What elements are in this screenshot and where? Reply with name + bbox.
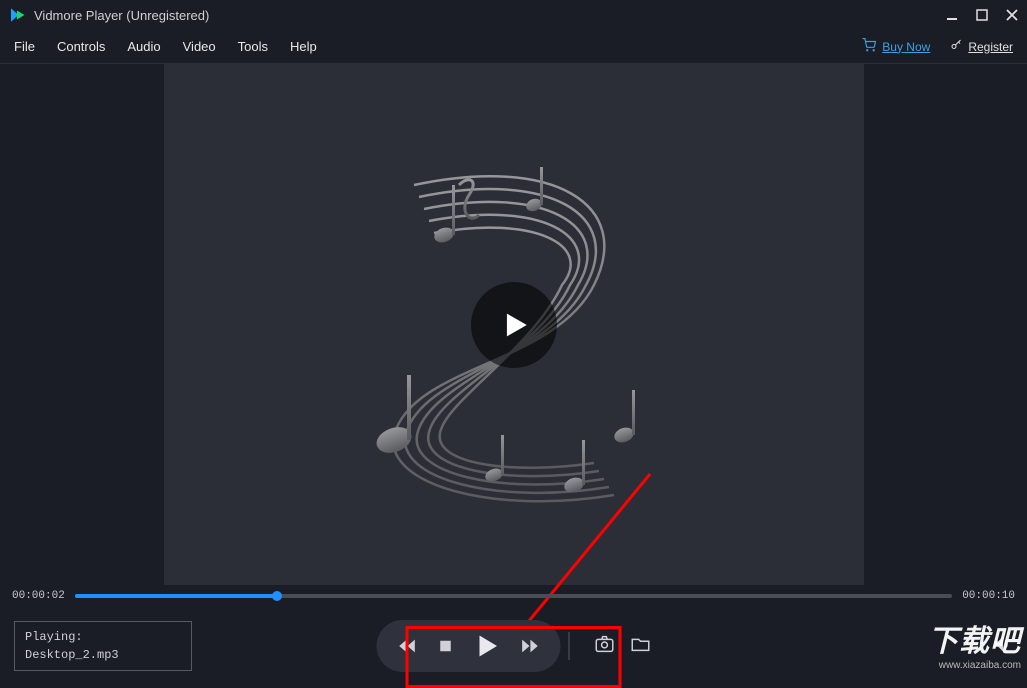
menu-video[interactable]: Video xyxy=(183,39,216,54)
progress-thumb[interactable] xyxy=(272,591,282,601)
now-playing-label: Playing: xyxy=(25,628,181,646)
rewind-button[interactable] xyxy=(396,635,418,657)
window-controls xyxy=(945,8,1019,22)
menu-help[interactable]: Help xyxy=(290,39,317,54)
camera-icon xyxy=(593,633,615,655)
divider xyxy=(568,632,569,660)
progress-bar-row: 00:00:02 00:00:10 xyxy=(0,585,1027,607)
menu-controls[interactable]: Controls xyxy=(57,39,105,54)
capture-icons xyxy=(593,633,651,660)
now-playing-box: Playing: Desktop_2.mp3 xyxy=(14,621,192,671)
snapshot-button[interactable] xyxy=(593,633,615,660)
minimize-button[interactable] xyxy=(945,8,959,22)
stop-button[interactable] xyxy=(436,637,454,655)
stop-icon xyxy=(436,637,454,655)
menubar: File Controls Audio Video Tools Help Buy… xyxy=(0,30,1027,64)
right-controls xyxy=(991,633,1013,660)
menu-left: File Controls Audio Video Tools Help xyxy=(14,39,317,54)
app-logo-icon xyxy=(8,6,26,24)
register-label: Register xyxy=(968,40,1013,54)
progress-fill xyxy=(75,594,277,598)
time-total: 00:00:10 xyxy=(962,590,1015,602)
menu-audio[interactable]: Audio xyxy=(127,39,160,54)
app-title: Vidmore Player (Unregistered) xyxy=(34,8,209,23)
menu-file[interactable]: File xyxy=(14,39,35,54)
video-area[interactable] xyxy=(0,64,1027,585)
titlebar-left: Vidmore Player (Unregistered) xyxy=(8,6,209,24)
bottom-controls: Playing: Desktop_2.mp3 xyxy=(0,607,1027,685)
cart-icon xyxy=(862,38,876,55)
menu-right: Buy Now Register xyxy=(862,38,1013,55)
play-button[interactable] xyxy=(472,632,500,660)
maximize-button[interactable] xyxy=(975,8,989,22)
menu-tools[interactable]: Tools xyxy=(238,39,268,54)
open-folder-button[interactable] xyxy=(629,633,651,660)
key-icon xyxy=(950,39,962,54)
buy-now-link[interactable]: Buy Now xyxy=(862,38,930,55)
transport-group xyxy=(376,620,651,672)
transport-pill xyxy=(376,620,560,672)
forward-icon xyxy=(518,635,540,657)
register-link[interactable]: Register xyxy=(950,39,1013,54)
audio-visualization xyxy=(164,64,864,585)
rewind-icon xyxy=(396,635,418,657)
close-button[interactable] xyxy=(1005,8,1019,22)
volume-icon xyxy=(991,633,1013,655)
volume-button[interactable] xyxy=(991,633,1013,660)
titlebar: Vidmore Player (Unregistered) xyxy=(0,0,1027,30)
progress-track[interactable] xyxy=(75,594,952,598)
center-play-button[interactable] xyxy=(471,282,557,368)
forward-button[interactable] xyxy=(518,635,540,657)
play-icon xyxy=(472,632,500,660)
play-icon xyxy=(497,308,531,342)
time-current: 00:00:02 xyxy=(12,590,65,602)
buy-now-label: Buy Now xyxy=(882,40,930,54)
now-playing-file: Desktop_2.mp3 xyxy=(25,646,181,664)
folder-icon xyxy=(629,633,651,655)
